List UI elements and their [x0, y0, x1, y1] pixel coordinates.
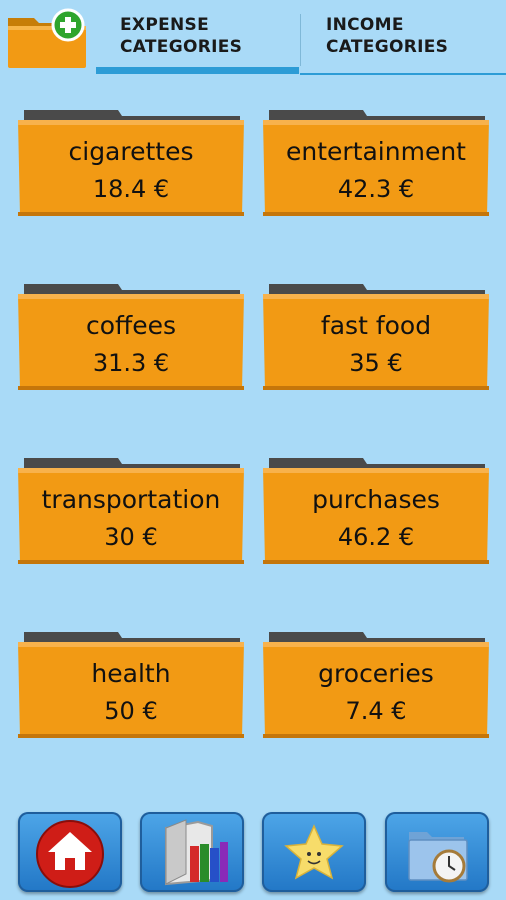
- category-amount: 46.2 €: [337, 523, 415, 551]
- home-button[interactable]: [18, 812, 122, 892]
- category-amount: 7.4 €: [345, 697, 407, 725]
- active-tab-indicator: [96, 67, 299, 74]
- category-amount: 35 €: [349, 349, 403, 377]
- category-amount: 50 €: [104, 697, 158, 725]
- header-divider: [300, 73, 506, 75]
- category-amount: 30 €: [104, 523, 158, 551]
- category-folder[interactable]: transportation 30 €: [16, 454, 246, 566]
- reports-button[interactable]: [140, 812, 244, 892]
- category-folder[interactable]: health 50 €: [16, 628, 246, 740]
- category-name: health: [91, 659, 171, 688]
- category-name: cigarettes: [68, 137, 194, 166]
- category-amount: 31.3 €: [92, 349, 170, 377]
- category-name: fast food: [320, 311, 432, 340]
- category-text: fast food 35 €: [261, 310, 491, 380]
- category-folder[interactable]: entertainment 42.3 €: [261, 106, 491, 218]
- category-text: purchases 46.2 €: [261, 484, 491, 554]
- category-text: groceries 7.4 €: [261, 658, 491, 728]
- tab-expense-categories[interactable]: EXPENSE CATEGORIES: [120, 14, 242, 66]
- tab-income-label-line2: CATEGORIES: [326, 37, 449, 57]
- add-folder-icon: [8, 8, 86, 68]
- category-name: entertainment: [286, 137, 466, 166]
- category-folder[interactable]: purchases 46.2 €: [261, 454, 491, 566]
- tab-income-categories[interactable]: INCOME CATEGORIES: [326, 14, 448, 66]
- folder-clock-icon: [408, 832, 468, 883]
- category-folder[interactable]: cigarettes 18.4 €: [16, 106, 246, 218]
- home-icon: [36, 820, 104, 888]
- tab-income-label-line1: INCOME: [326, 15, 404, 35]
- add-category-button[interactable]: [6, 8, 92, 70]
- history-button[interactable]: [385, 812, 489, 892]
- category-name: coffees: [85, 311, 177, 340]
- folder-books-icon: [165, 819, 228, 886]
- favorites-button[interactable]: [262, 812, 366, 892]
- category-name: groceries: [318, 659, 434, 688]
- category-text: health 50 €: [16, 658, 246, 728]
- star-icon: [284, 824, 344, 880]
- category-folder[interactable]: groceries 7.4 €: [261, 628, 491, 740]
- category-amount: 18.4 €: [92, 175, 170, 203]
- category-amount: 42.3 €: [337, 175, 415, 203]
- category-name: transportation: [41, 485, 221, 514]
- category-text: coffees 31.3 €: [16, 310, 246, 380]
- tab-divider: [300, 14, 301, 66]
- category-text: cigarettes 18.4 €: [16, 136, 246, 206]
- category-name: purchases: [312, 485, 440, 514]
- category-folder[interactable]: coffees 31.3 €: [16, 280, 246, 392]
- tab-expense-label-line1: EXPENSE: [120, 15, 209, 35]
- tab-expense-label-line2: CATEGORIES: [120, 37, 243, 57]
- category-folder[interactable]: fast food 35 €: [261, 280, 491, 392]
- header: EXPENSE CATEGORIES INCOME CATEGORIES: [0, 0, 506, 76]
- category-text: entertainment 42.3 €: [261, 136, 491, 206]
- category-text: transportation 30 €: [16, 484, 246, 554]
